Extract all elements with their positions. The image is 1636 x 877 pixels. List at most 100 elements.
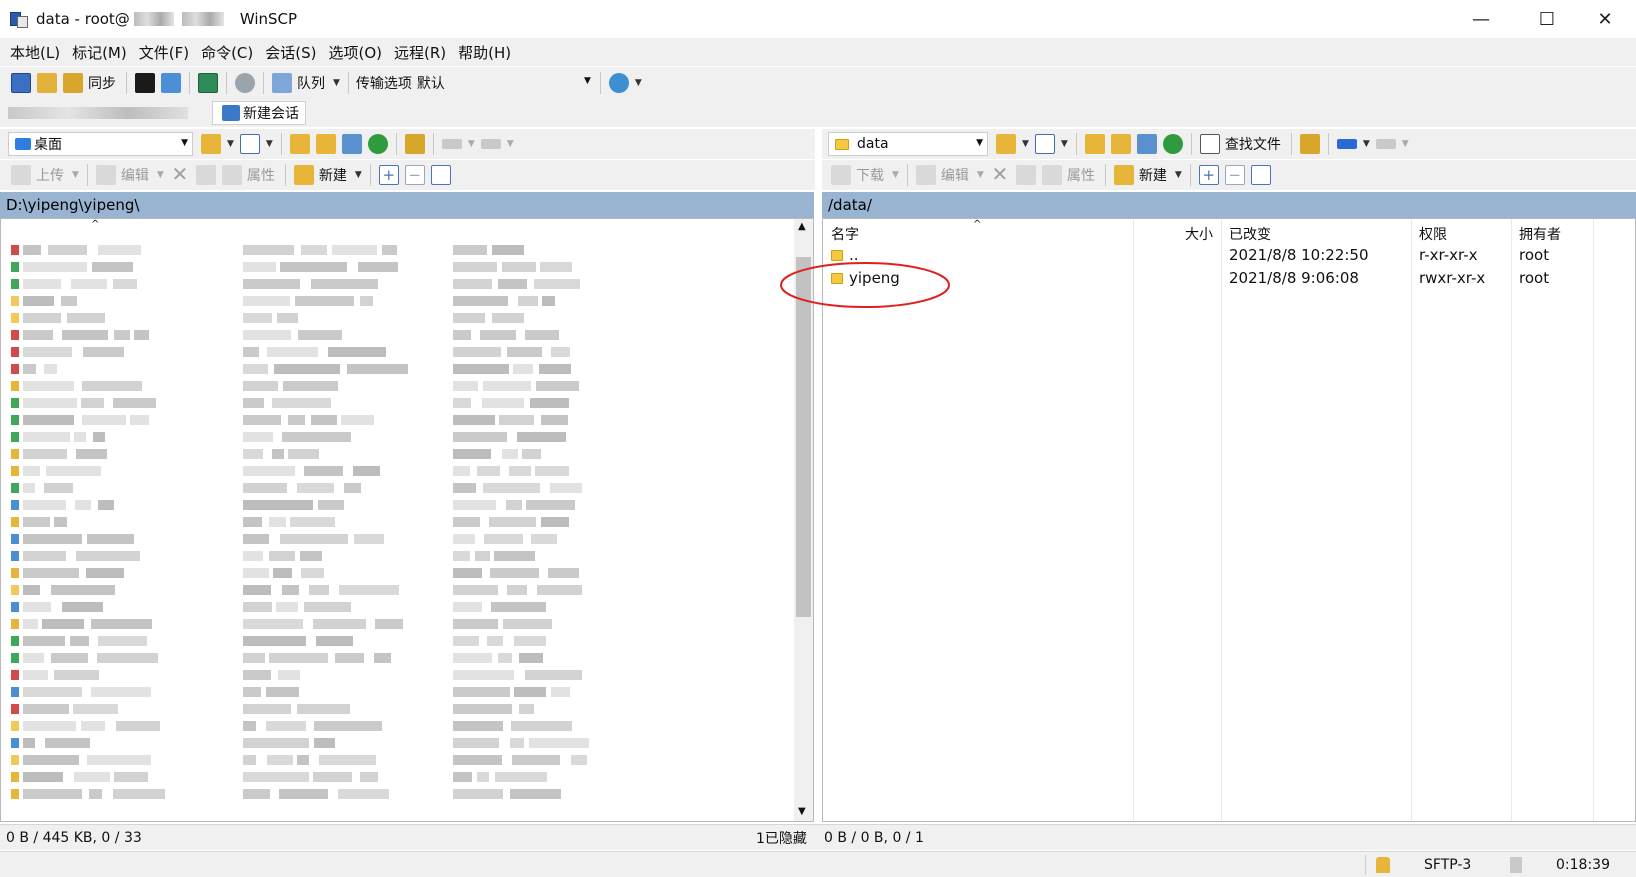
compare-directories-icon[interactable] xyxy=(11,73,31,93)
terminal-icon[interactable] xyxy=(135,73,155,93)
sync-icon[interactable] xyxy=(63,73,83,93)
local-file-list[interactable]: ^ ▲ ▼ xyxy=(0,218,814,822)
open-folder-icon[interactable] xyxy=(201,134,221,154)
edit-dropdown-icon[interactable]: ▼ xyxy=(157,170,164,180)
new-dropdown-icon[interactable]: ▼ xyxy=(1175,170,1182,180)
menu-commands[interactable]: 命令(C) xyxy=(201,42,253,63)
new-folder-icon[interactable] xyxy=(1113,165,1134,185)
upload-dropdown-icon[interactable]: ▼ xyxy=(72,170,79,180)
delete-icon[interactable]: ✕ xyxy=(170,164,190,185)
find-files-icon[interactable] xyxy=(1199,134,1220,154)
filter-icon[interactable] xyxy=(239,134,260,154)
properties-icon[interactable] xyxy=(221,165,242,185)
transfer-preset-select[interactable]: 默认 ▼ xyxy=(416,71,595,95)
filter-dropdown-icon[interactable]: ▼ xyxy=(1061,139,1068,149)
rename-icon[interactable] xyxy=(1015,165,1036,185)
properties-button-remote[interactable]: 属性 xyxy=(1067,165,1095,185)
rename-icon[interactable] xyxy=(195,165,216,185)
menu-local[interactable]: 本地(L) xyxy=(10,42,60,63)
redacted-cell xyxy=(483,483,540,493)
scroll-up-icon[interactable]: ▲ xyxy=(798,221,806,232)
redacted-session-tab[interactable] xyxy=(8,107,188,119)
back-icon[interactable] xyxy=(1336,139,1357,149)
forward-dropdown-icon[interactable]: ▼ xyxy=(507,139,514,149)
open-folder-dropdown-icon[interactable]: ▼ xyxy=(1022,139,1029,149)
refresh-icon[interactable] xyxy=(1162,134,1183,154)
forward-icon[interactable] xyxy=(480,139,501,149)
new-session-tab[interactable]: 新建会话 xyxy=(212,101,306,125)
filter-select-icon[interactable] xyxy=(430,165,451,185)
unselect-icon[interactable]: − xyxy=(1224,165,1245,185)
new-button[interactable]: 新建 xyxy=(319,165,347,185)
properties-button[interactable]: 属性 xyxy=(247,165,275,185)
queue-button[interactable]: 队列 xyxy=(297,73,325,93)
edit-button[interactable]: 编辑 xyxy=(121,165,149,185)
back-icon[interactable] xyxy=(441,139,462,149)
gear-icon[interactable] xyxy=(235,73,255,93)
filter-select-icon[interactable] xyxy=(1250,165,1271,185)
menu-file[interactable]: 文件(F) xyxy=(139,42,189,63)
right-location-select[interactable]: data ▼ xyxy=(828,132,988,156)
menu-options[interactable]: 选项(O) xyxy=(328,42,382,63)
column-size[interactable]: 大小 xyxy=(1185,224,1213,244)
redacted-file-icon xyxy=(11,262,19,272)
new-button-remote[interactable]: 新建 xyxy=(1139,165,1167,185)
delete-icon[interactable]: ✕ xyxy=(990,164,1010,185)
filter-icon[interactable] xyxy=(1034,134,1055,154)
edit-button-remote[interactable]: 编辑 xyxy=(941,165,969,185)
root-directory-icon[interactable] xyxy=(1110,134,1131,154)
download-button[interactable]: 下载 xyxy=(856,165,884,185)
menu-session[interactable]: 会话(S) xyxy=(265,42,316,63)
edit-icon[interactable] xyxy=(95,165,116,185)
scroll-down-icon[interactable]: ▼ xyxy=(798,806,806,817)
keep-remote-up-to-date-icon[interactable] xyxy=(198,73,218,93)
close-button[interactable]: ✕ xyxy=(1576,0,1634,38)
upload-icon[interactable] xyxy=(11,165,31,185)
edit-dropdown-icon[interactable]: ▼ xyxy=(977,170,984,180)
queue-icon[interactable] xyxy=(272,73,292,93)
parent-directory-icon[interactable] xyxy=(1084,134,1105,154)
properties-icon[interactable] xyxy=(1041,165,1062,185)
find-files-button[interactable]: 查找文件 xyxy=(1225,134,1281,154)
refresh-icon[interactable] xyxy=(367,134,388,154)
menu-remote[interactable]: 远程(R) xyxy=(394,42,446,63)
menu-help[interactable]: 帮助(H) xyxy=(458,42,511,63)
scrollbar-thumb[interactable] xyxy=(796,257,811,617)
tree-icon[interactable] xyxy=(1299,134,1320,154)
column-rights[interactable]: 权限 xyxy=(1419,224,1447,244)
download-icon[interactable] xyxy=(831,165,851,185)
download-dropdown-icon[interactable]: ▼ xyxy=(892,170,899,180)
forward-icon[interactable] xyxy=(1375,139,1396,149)
select-all-icon[interactable]: + xyxy=(1198,165,1219,185)
putty-icon[interactable] xyxy=(161,73,181,93)
globe-icon[interactable] xyxy=(608,73,629,93)
column-owner[interactable]: 拥有者 xyxy=(1519,224,1561,244)
forward-dropdown-icon[interactable]: ▼ xyxy=(1402,139,1409,149)
maximize-button[interactable]: ☐ xyxy=(1518,0,1576,38)
sync-button[interactable]: 同步 xyxy=(88,73,116,93)
tree-icon[interactable] xyxy=(404,134,425,154)
root-directory-icon[interactable] xyxy=(315,134,336,154)
back-dropdown-icon[interactable]: ▼ xyxy=(1363,139,1370,149)
globe-dropdown-icon[interactable]: ▼ xyxy=(635,78,642,88)
new-folder-icon[interactable] xyxy=(293,165,314,185)
edit-icon[interactable] xyxy=(915,165,936,185)
select-all-icon[interactable]: + xyxy=(378,165,399,185)
queue-dropdown-icon[interactable]: ▼ xyxy=(333,78,340,88)
upload-button[interactable]: 上传 xyxy=(36,165,64,185)
left-location-select[interactable]: 桌面 ▼ xyxy=(8,132,193,156)
open-folder-icon[interactable] xyxy=(996,134,1016,154)
open-folder-dropdown-icon[interactable]: ▼ xyxy=(227,139,234,149)
menu-mark[interactable]: 标记(M) xyxy=(72,42,127,63)
minimize-button[interactable]: — xyxy=(1452,0,1510,38)
unselect-icon[interactable]: − xyxy=(404,165,425,185)
parent-directory-icon[interactable] xyxy=(289,134,310,154)
column-changed[interactable]: 已改变 xyxy=(1229,224,1271,244)
back-dropdown-icon[interactable]: ▼ xyxy=(468,139,475,149)
column-name[interactable]: 名字 xyxy=(831,224,859,244)
new-dropdown-icon[interactable]: ▼ xyxy=(355,170,362,180)
home-icon[interactable] xyxy=(1136,134,1157,154)
filter-dropdown-icon[interactable]: ▼ xyxy=(266,139,273,149)
home-icon[interactable] xyxy=(341,134,362,154)
synchronize-browsing-icon[interactable] xyxy=(37,73,57,93)
